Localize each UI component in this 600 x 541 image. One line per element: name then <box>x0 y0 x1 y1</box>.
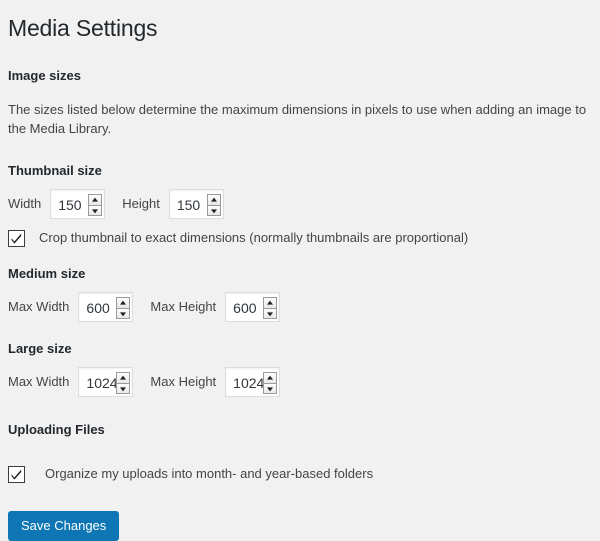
stepper-up-icon[interactable] <box>116 372 131 383</box>
checkmark-icon <box>11 233 22 244</box>
medium-height-value: 600 <box>233 300 257 316</box>
stepper-up-icon[interactable] <box>263 297 278 308</box>
submit-area: Save Changes <box>8 511 588 541</box>
stepper-up-icon[interactable] <box>206 194 221 205</box>
large-width-label: Max Width <box>8 374 70 389</box>
stepper-down-icon[interactable] <box>206 205 221 216</box>
large-height-label: Max Height <box>150 374 217 389</box>
stepper-down-icon[interactable] <box>116 308 131 319</box>
medium-size-heading: Medium size <box>8 266 86 281</box>
large-width-input[interactable]: 1024 <box>78 367 134 397</box>
crop-thumbnail-label: Crop thumbnail to exact dimensions (norm… <box>39 230 469 245</box>
medium-size-fields: Max Width 600 Max Height 600 <box>8 292 588 322</box>
thumbnail-height-input[interactable]: 150 <box>168 189 224 219</box>
checkmark-icon <box>11 469 22 480</box>
medium-height-input[interactable]: 600 <box>225 292 281 322</box>
organize-uploads-checkbox[interactable] <box>8 465 25 483</box>
save-changes-button[interactable]: Save Changes <box>8 511 120 541</box>
thumbnail-width-input[interactable]: 150 <box>50 189 106 219</box>
thumbnail-size-heading: Thumbnail size <box>8 163 102 178</box>
stepper-up-icon[interactable] <box>88 194 103 205</box>
page-title: Media Settings <box>8 15 158 41</box>
medium-width-value: 600 <box>86 300 110 316</box>
medium-width-input[interactable]: 600 <box>78 292 134 322</box>
organize-uploads-label: Organize my uploads into month- and year… <box>45 466 374 481</box>
thumbnail-height-stepper[interactable] <box>206 194 221 216</box>
thumbnail-size-fields: Width 150 Height 150 <box>8 189 588 219</box>
thumbnail-width-stepper[interactable] <box>88 194 103 216</box>
thumbnail-height-value: 150 <box>176 197 201 213</box>
thumbnail-width-label: Width <box>8 196 42 211</box>
organize-uploads-row[interactable]: Organize my uploads into month- and year… <box>8 465 588 483</box>
stepper-down-icon[interactable] <box>88 205 103 216</box>
section-heading-image-sizes: Image sizes <box>8 68 81 83</box>
large-height-input[interactable]: 1024 <box>225 367 281 397</box>
media-settings-page: Media Settings Image sizes The sizes lis… <box>0 0 600 541</box>
large-width-stepper[interactable] <box>116 372 131 394</box>
large-height-stepper[interactable] <box>263 372 278 394</box>
medium-width-label: Max Width <box>8 299 70 314</box>
medium-height-label: Max Height <box>150 299 217 314</box>
section-heading-uploading-files: Uploading Files <box>8 422 105 437</box>
stepper-down-icon[interactable] <box>116 383 131 394</box>
thumbnail-height-label: Height <box>122 196 160 211</box>
stepper-up-icon[interactable] <box>116 297 131 308</box>
medium-height-stepper[interactable] <box>263 297 278 319</box>
large-width-value: 1024 <box>86 375 118 391</box>
large-size-heading: Large size <box>8 341 72 356</box>
large-height-value: 1024 <box>233 375 265 391</box>
stepper-up-icon[interactable] <box>263 372 278 383</box>
image-sizes-description: The sizes listed below determine the max… <box>8 102 587 136</box>
crop-thumbnail-checkbox[interactable] <box>8 229 25 247</box>
crop-thumbnail-row[interactable]: Crop thumbnail to exact dimensions (norm… <box>8 229 588 247</box>
large-size-fields: Max Width 1024 Max Height 1024 <box>8 367 588 397</box>
stepper-down-icon[interactable] <box>263 383 278 394</box>
thumbnail-width-value: 150 <box>58 197 82 213</box>
stepper-down-icon[interactable] <box>263 308 278 319</box>
medium-width-stepper[interactable] <box>116 297 131 319</box>
